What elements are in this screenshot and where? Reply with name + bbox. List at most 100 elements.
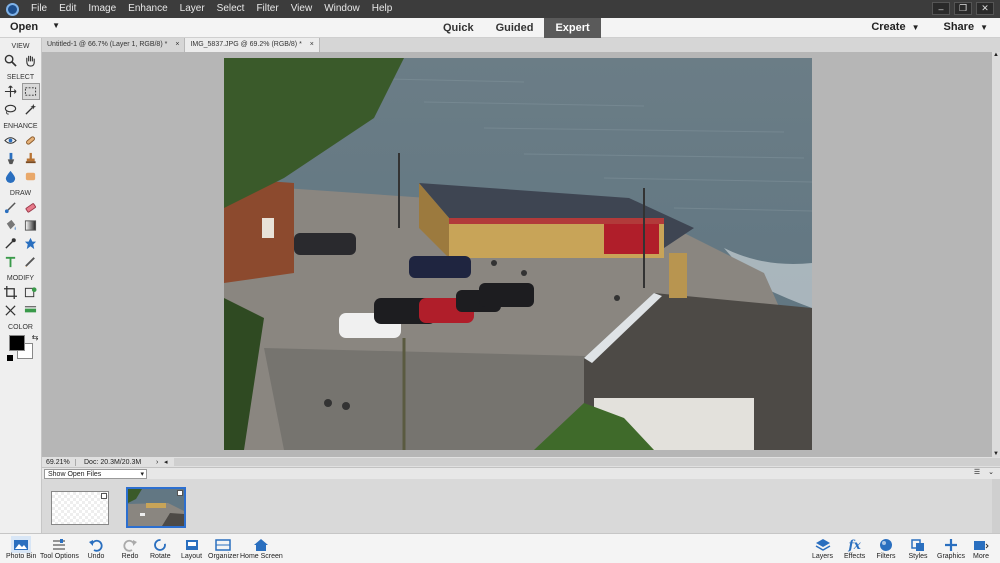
menu-window[interactable]: Window	[318, 0, 366, 18]
photo-bin	[42, 479, 1000, 533]
pencil-tool[interactable]	[22, 253, 40, 270]
marquee-tool[interactable]	[21, 83, 40, 100]
more-icon	[974, 540, 989, 550]
content-aware-move-tool[interactable]	[2, 302, 20, 319]
section-select-label: SELECT	[6, 74, 35, 81]
recompose-tool[interactable]	[22, 284, 40, 301]
foreground-color-swatch[interactable]	[8, 335, 25, 351]
undo-label: Undo	[87, 553, 105, 560]
scroll-up-icon[interactable]: ▲	[992, 52, 1000, 58]
restore-button[interactable]: ❐	[954, 2, 972, 15]
close-icon[interactable]: ×	[310, 38, 314, 52]
red-eye-tool[interactable]	[2, 132, 20, 149]
sponge-tool[interactable]	[22, 168, 40, 185]
crop-tool[interactable]	[2, 284, 20, 301]
styles-button[interactable]: Styles	[908, 536, 928, 560]
gradient-tool[interactable]	[22, 217, 40, 234]
smart-brush-tool[interactable]	[2, 150, 20, 167]
layers-button[interactable]: Layers	[812, 536, 833, 560]
status-menu-arrow-icon[interactable]: ›	[156, 459, 164, 466]
create-menu[interactable]: Create ▼	[871, 21, 919, 33]
mode-expert[interactable]: Expert	[544, 18, 601, 38]
show-open-files-select[interactable]: Show Open Files ▾	[44, 469, 147, 479]
open-label: Open	[10, 21, 39, 33]
close-icon[interactable]: ×	[175, 38, 179, 52]
menu-edit[interactable]: Edit	[53, 0, 82, 18]
blur-tool[interactable]	[2, 168, 20, 185]
eyedropper-tool[interactable]	[2, 235, 20, 252]
chevron-down-icon: ▼	[52, 21, 61, 30]
menu-select[interactable]: Select	[211, 0, 251, 18]
document-photo[interactable]	[224, 58, 812, 450]
menu-filter[interactable]: Filter	[250, 0, 284, 18]
hand-tool[interactable]	[22, 52, 40, 69]
menu-view[interactable]: View	[285, 0, 319, 18]
menu-file[interactable]: File	[25, 0, 53, 18]
magic-wand-tool[interactable]	[22, 101, 40, 118]
gradient-icon	[24, 220, 37, 231]
menu-layer[interactable]: Layer	[174, 0, 211, 18]
mode-guided[interactable]: Guided	[485, 18, 545, 38]
clone-stamp-tool[interactable]	[22, 150, 40, 167]
custom-shape-tool[interactable]	[22, 235, 40, 252]
app-logo-icon	[3, 0, 21, 18]
filters-button[interactable]: Filters	[876, 536, 896, 560]
collapse-bin-icon[interactable]: ⌄	[988, 468, 994, 476]
default-colors-icon[interactable]	[6, 355, 13, 361]
move-tool[interactable]	[2, 83, 20, 100]
photo-bin-label: Photo Bin	[6, 553, 37, 560]
home-screen-label: Home Screen	[240, 553, 283, 560]
doc-tab-img[interactable]: IMG_5837.JPG @ 69.2% (RGB/8) * ×	[185, 38, 320, 52]
eraser-tool[interactable]	[22, 199, 40, 216]
more-button[interactable]: More	[971, 536, 991, 560]
canvas-horizontal-scrollbar[interactable]	[174, 458, 1000, 466]
layout-icon	[185, 539, 198, 550]
bin-options-icon[interactable]: ☰	[974, 468, 980, 476]
type-tool[interactable]	[2, 253, 20, 270]
section-color-label: COLOR	[8, 324, 33, 331]
section-modify-label: MODIFY	[6, 275, 35, 282]
straighten-tool[interactable]	[22, 302, 40, 319]
layout-button[interactable]: Layout	[181, 536, 202, 560]
crop-icon	[4, 286, 17, 299]
mode-quick[interactable]: Quick	[432, 18, 485, 38]
menu-image[interactable]: Image	[82, 0, 122, 18]
zoom-level[interactable]: 69.21%	[42, 458, 76, 466]
doc-tab-untitled[interactable]: Untitled-1 @ 66.7% (Layer 1, RGB/8) * ×	[42, 38, 186, 52]
recompose-icon	[24, 287, 37, 298]
spot-healing-tool[interactable]	[22, 132, 40, 149]
layers-label: Layers	[812, 553, 834, 560]
undo-button[interactable]: Undo	[86, 536, 106, 560]
section-draw-label: DRAW	[9, 190, 32, 197]
paint-bucket-tool[interactable]	[2, 217, 20, 234]
organizer-button[interactable]: Organizer	[208, 536, 239, 560]
redo-button[interactable]: Redo	[120, 536, 140, 560]
canvas-area[interactable]	[42, 52, 992, 457]
tool-options-button[interactable]: Tool Options	[40, 536, 79, 560]
effects-button[interactable]: fx Effects	[844, 536, 865, 561]
brush-tool[interactable]	[2, 199, 20, 216]
thumbnail-untitled[interactable]	[51, 491, 109, 525]
swap-colors-icon[interactable]: ⇆	[32, 333, 39, 342]
eyedropper-icon	[5, 238, 16, 249]
scroll-left-icon[interactable]: ◂	[164, 458, 172, 466]
home-screen-button[interactable]: Home Screen	[240, 536, 283, 560]
rotate-button[interactable]: Rotate	[150, 536, 171, 560]
close-window-button[interactable]: ✕	[976, 2, 994, 15]
menu-enhance[interactable]: Enhance	[122, 0, 173, 18]
graphics-label: Graphics	[937, 553, 966, 560]
zoom-tool[interactable]	[2, 52, 20, 69]
menu-help[interactable]: Help	[366, 0, 399, 18]
canvas-vertical-scrollbar[interactable]: ▲ ▼	[992, 52, 1000, 457]
thumbnail-img-5837[interactable]	[126, 487, 186, 528]
share-menu[interactable]: Share ▼	[944, 21, 989, 33]
minimize-button[interactable]: –	[932, 2, 950, 15]
lasso-tool[interactable]	[2, 101, 20, 118]
filters-label: Filters	[876, 553, 896, 560]
photo-bin-scrollbar[interactable]	[992, 479, 1000, 533]
eraser-icon	[25, 203, 37, 213]
sponge-icon	[25, 172, 36, 181]
photo-bin-button[interactable]: Photo Bin	[6, 536, 36, 560]
open-button[interactable]: Open ▼	[10, 21, 60, 33]
graphics-button[interactable]: Graphics	[937, 536, 965, 560]
